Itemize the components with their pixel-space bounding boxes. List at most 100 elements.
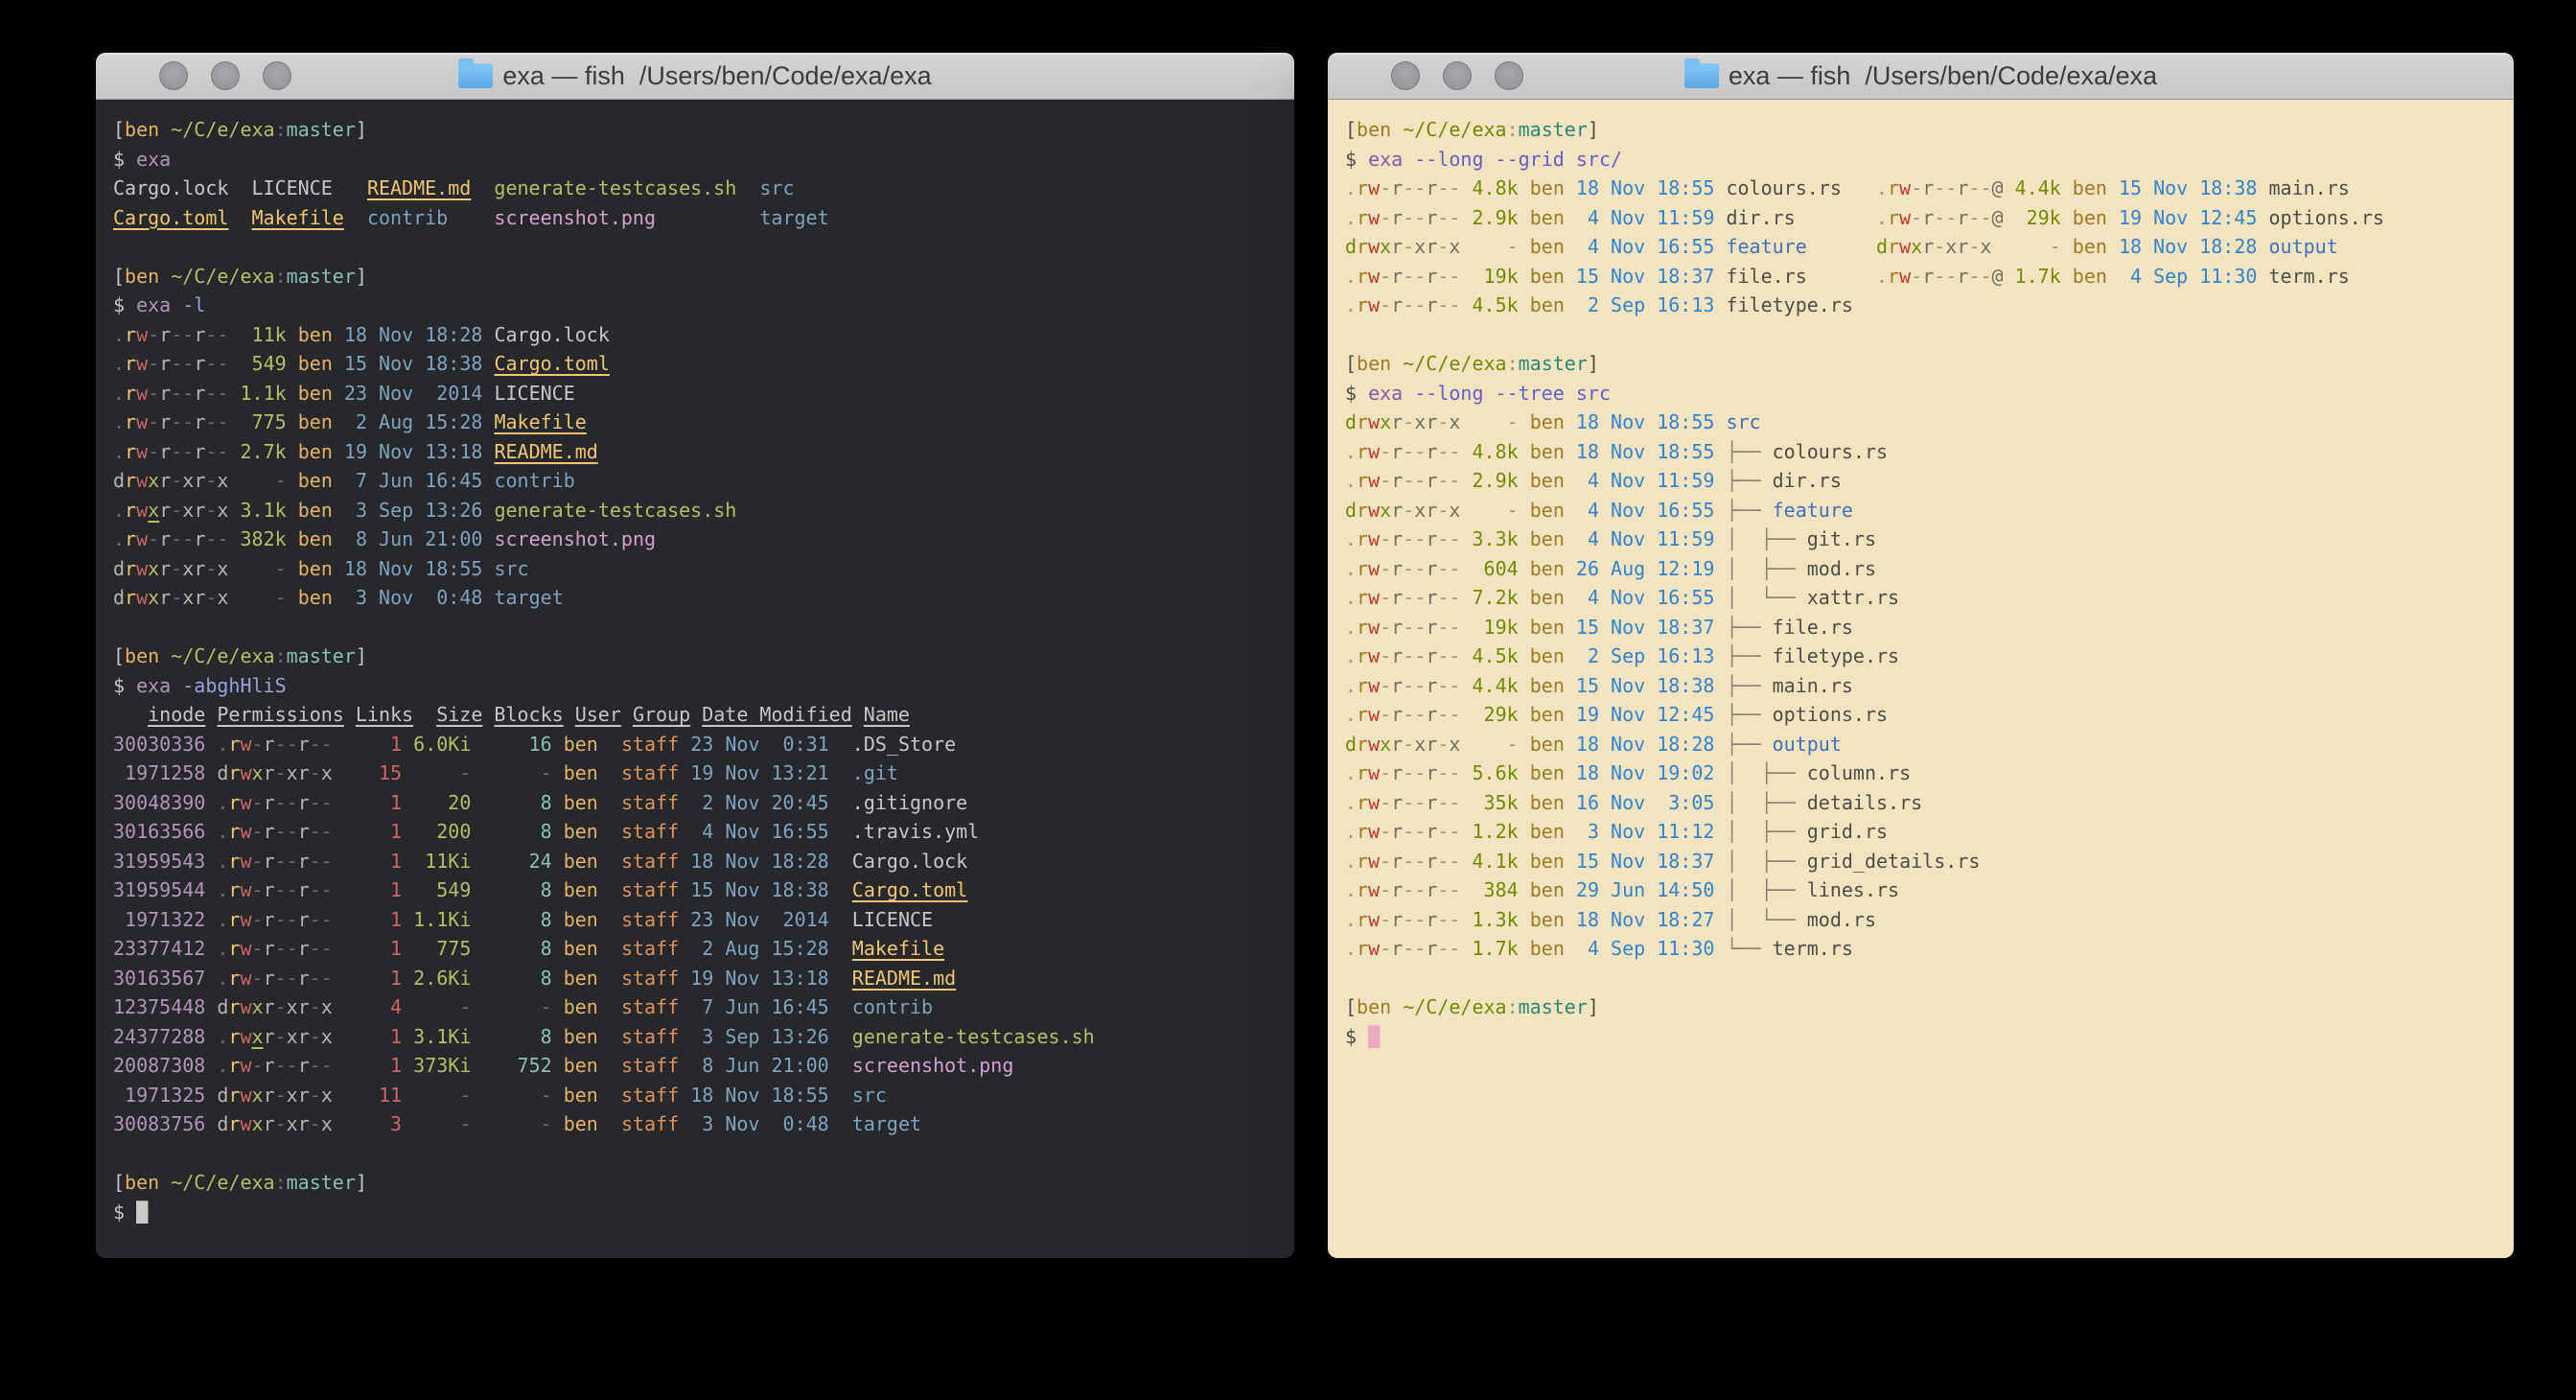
permission-char: r [264,1054,275,1077]
terminal-text: 2.9k [1460,469,1518,492]
permission-char: w [240,761,251,784]
permission-char: r [228,1025,240,1048]
permission-char: - [275,733,287,756]
permission-char: x [1414,410,1426,433]
permission-char: - [205,557,217,580]
terminal-text: 384 [1460,878,1518,901]
permission-char: r [1391,791,1403,814]
permission-char: w [1368,616,1380,639]
terminal-screen[interactable]: [ben ~/C/e/exa:master]$ exaCargo.lock LI… [96,100,1294,1258]
terminal-line: $ exa -l [113,291,1277,320]
terminal-text [610,820,621,843]
terminal-text: ~/C/e/exa [171,118,274,141]
terminal-line: 24377288 .rwxr-xr-x 1 3.1Ki 8 ben staff … [113,1022,1277,1052]
terminal-text: [ [113,118,125,141]
permission-char: - [287,967,298,990]
terminal-line: .rw-r--r-- 2.9k ben 4 Nov 11:59 ├── dir.… [1345,466,2496,496]
permission-char: - [287,850,298,873]
terminal-text: 3.1Ki [413,1025,471,1048]
terminal-text [344,206,367,229]
permission-char: x [1449,235,1460,258]
permission-char: - [1380,674,1391,697]
terminal-line [1345,320,2496,350]
desktop: { "windows": [ { "id": "left-terminal", … [0,0,2576,1400]
permission-char: r [1391,644,1403,667]
permission-char: - [1449,265,1460,288]
permission-char: x [287,761,298,784]
terminal-text [552,1112,564,1135]
permission-char: x [1380,733,1391,756]
terminal-text [679,937,690,960]
titlebar[interactable]: exa — fish /Users/ben/Code/exa/exa [96,53,1294,100]
terminal-text: 18 Nov 18:28 [690,850,829,873]
permission-char: r [1357,527,1368,550]
terminal-text [1565,733,1576,756]
permission-char: - [1414,557,1426,580]
permission-char: r [125,410,136,433]
permission-char: - [1911,176,1922,199]
permission-char: w [240,967,251,990]
permission-char: x [321,1084,333,1107]
permission-char: x [287,1025,298,1048]
permission-char: - [1945,206,1957,229]
terminal-text: ] [356,118,367,141]
permission-char: - [1414,761,1426,784]
terminal-line: [ben ~/C/e/exa:master] [1345,115,2496,145]
terminal-text: 8 [482,967,551,990]
terminal-text [1565,586,1576,609]
terminal-text: 4.8k [1460,440,1518,463]
terminal-text [679,878,690,901]
permission-char: r [1357,878,1368,901]
terminal-line: .rw-r--r-- 1.3k ben 18 Nov 18:27 │ └── m… [1345,905,2496,935]
permission-char: . [1876,265,1888,288]
permission-char: r [1391,440,1403,463]
terminal-text: 1971325 [113,1084,205,1107]
terminal-text [482,410,494,433]
terminal-text [205,703,217,726]
terminal-text [471,878,482,901]
permission-char: - [310,820,321,843]
permission-char: x [182,499,194,522]
terminal-line: [ben ~/C/e/exa:master] [113,262,1277,292]
permission-char: r [1391,235,1403,258]
terminal-text: colours.rs [1726,176,1841,199]
terminal-text: staff [621,967,679,990]
terminal-text: Makefile [852,937,944,960]
terminal-text: screenshot.png [494,206,656,229]
terminal-text [1565,791,1576,814]
terminal-screen[interactable]: [ben ~/C/e/exa:master]$ exa --long --gri… [1328,100,2514,1258]
permission-char: - [321,878,333,901]
permission-char: r [264,1112,275,1135]
permission-char: - [275,1054,287,1077]
permission-char: - [205,352,217,375]
terminal-text: ben [298,527,333,550]
permission-char: - [148,527,159,550]
terminal-text: : [1507,118,1519,141]
permission-char: r [125,527,136,550]
terminal-text: 2 Aug 15:28 [344,410,483,433]
permission-char: x [148,586,159,609]
terminal-text [1714,499,1726,522]
permission-char: - [310,1025,321,1048]
terminal-text: $ [113,148,136,171]
terminal-line: 1971325 drwxr-xr-x 11 - - ben staff 18 N… [113,1081,1277,1110]
terminal-text: - [1460,499,1518,522]
permission-char: r [1357,937,1368,960]
terminal-text [610,878,621,901]
permission-char: r [1391,265,1403,288]
permission-char: - [205,323,217,346]
terminal-text: 19 Nov 13:18 [344,440,483,463]
permission-char: - [182,382,194,405]
terminal-text [1519,703,1530,726]
permission-char: r [1391,557,1403,580]
titlebar[interactable]: exa — fish /Users/ben/Code/exa/exa [1328,53,2514,100]
terminal-line: .rw-r--r-- 775 ben 2 Aug 15:28 Makefile [113,408,1277,437]
terminal-text: │ ├── [1726,761,1806,784]
terminal-text [610,1054,621,1077]
terminal-text [1565,410,1576,433]
permission-char: d [217,1084,228,1107]
permission-char: w [240,937,251,960]
permission-char: x [148,557,159,580]
permission-char: r [298,967,310,990]
permission-char: - [1414,440,1426,463]
